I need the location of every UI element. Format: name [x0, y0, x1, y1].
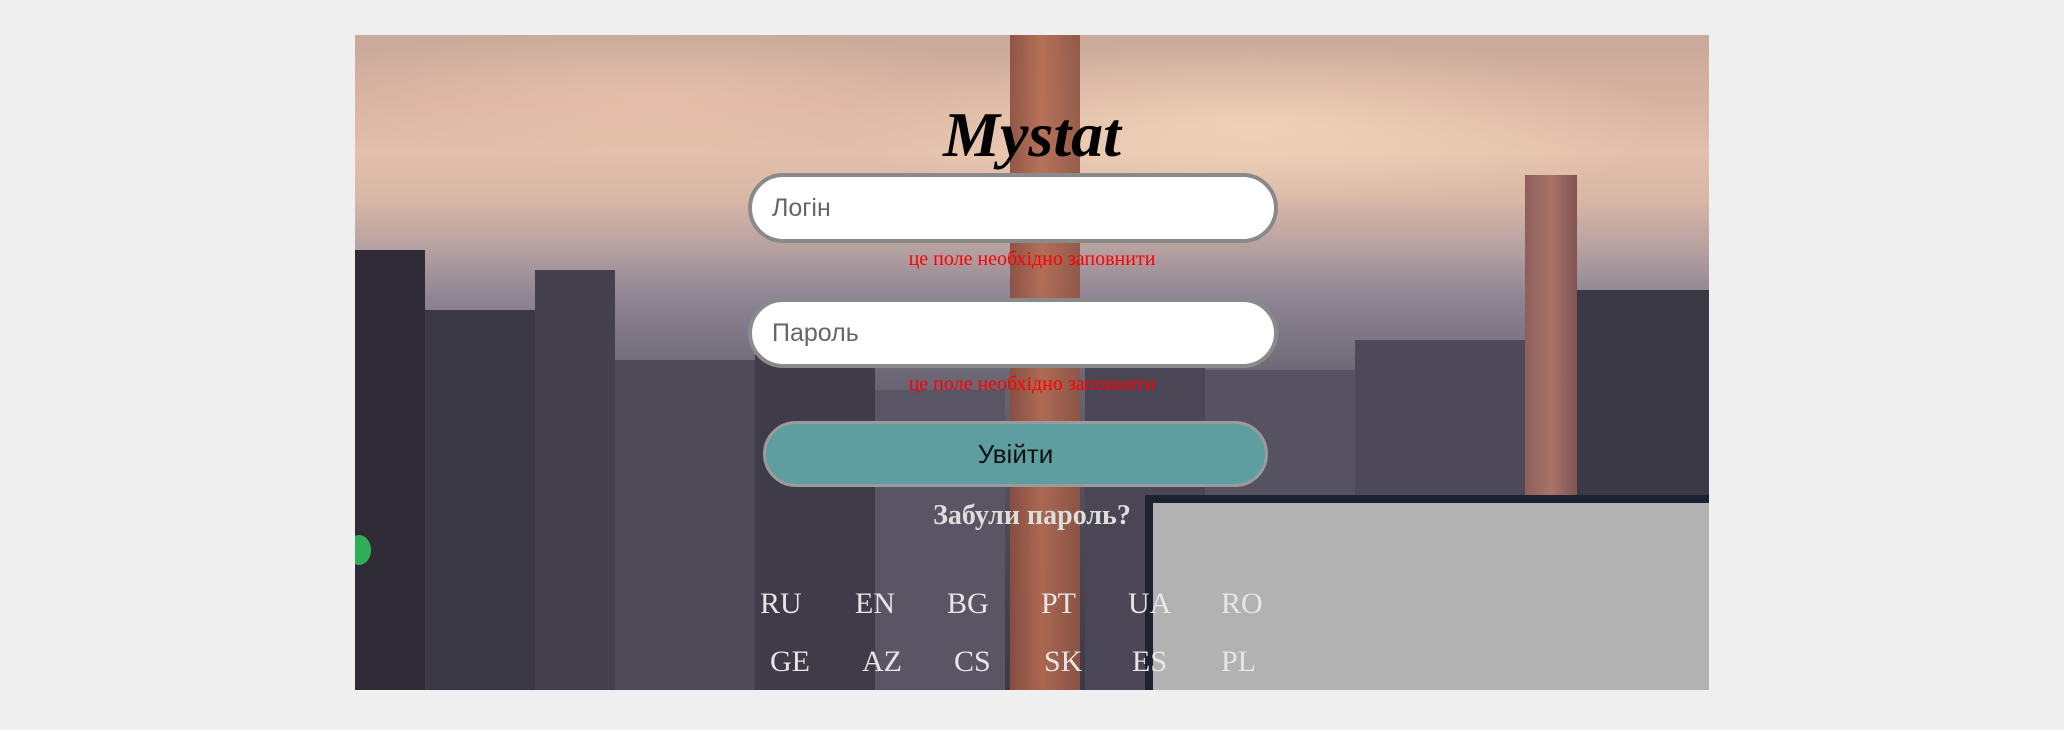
lang-bg[interactable]: BG	[947, 587, 989, 621]
lang-en[interactable]: EN	[855, 587, 895, 621]
login-page: Mystat це поле необхідно заповнити це по…	[0, 0, 2064, 730]
lang-ua[interactable]: UA	[1128, 587, 1171, 621]
lang-ro[interactable]: RO	[1221, 587, 1263, 621]
lang-cs[interactable]: CS	[954, 645, 991, 679]
lang-ru[interactable]: RU	[760, 587, 802, 621]
lang-sk[interactable]: SK	[1044, 645, 1082, 679]
lang-az[interactable]: AZ	[862, 645, 902, 679]
login-button[interactable]: Увійти	[763, 421, 1268, 487]
app-logo: Mystat	[943, 99, 1121, 170]
forgot-password-link[interactable]: Забули пароль?	[0, 500, 2064, 532]
password-input[interactable]	[748, 298, 1278, 368]
login-error-message: це поле необхідно заповнити	[908, 248, 1156, 270]
login-input[interactable]	[748, 173, 1278, 243]
lang-ge[interactable]: GE	[770, 645, 810, 679]
password-error-message: це поле необхідно заповнити	[908, 373, 1156, 395]
lang-pt[interactable]: PT	[1041, 587, 1076, 621]
lang-pl[interactable]: PL	[1221, 645, 1256, 679]
lang-es[interactable]: ES	[1132, 645, 1167, 679]
